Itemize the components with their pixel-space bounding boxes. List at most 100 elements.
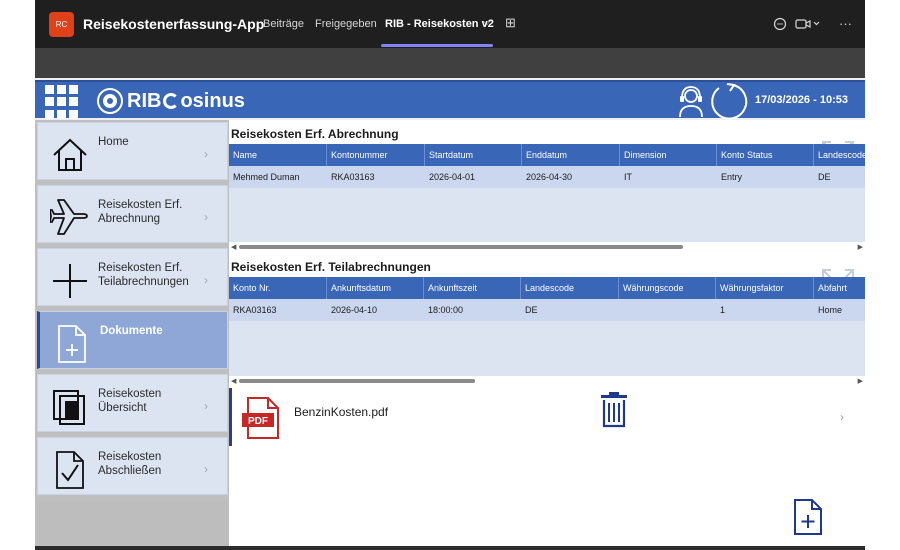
teilabrechnungen-table-header: Konto Nr. Ankunftsdatum Ankunftszeit Lan… — [229, 277, 865, 299]
logo-suffix: osinus — [180, 89, 245, 112]
table-cell: RKA03163 — [233, 305, 277, 315]
column-header[interactable]: Landescode — [814, 144, 865, 166]
checklist-icon — [56, 451, 84, 489]
table-cell: 2026-04-01 — [429, 172, 476, 182]
chevron-right-icon: › — [204, 147, 208, 161]
chevron-right-icon: › — [840, 410, 844, 424]
sidebar-item-uebersicht[interactable]: Reisekosten Übersicht › — [37, 374, 228, 432]
chevron-right-icon: › — [204, 462, 208, 476]
support-agent-icon[interactable] — [675, 84, 707, 118]
app-launcher-icon[interactable] — [45, 85, 79, 119]
home-icon — [53, 138, 87, 171]
tab-beitraege[interactable]: Beiträge — [263, 18, 304, 30]
sidebar-item-label: Reisekosten Erf. Teilabrechnungen — [98, 262, 189, 288]
copy-icon — [53, 390, 85, 425]
app-header: RIB osinus 17/03/2026 - 10:53 — [35, 80, 865, 120]
rib-cosinus-logo: RIB osinus — [97, 86, 245, 116]
teilabrechnungen-scrollbar[interactable]: ◀ ▶ — [229, 377, 865, 385]
table-row[interactable]: Mehmed Duman RKA03163 2026-04-01 2026-04… — [229, 166, 865, 188]
table-cell: IT — [624, 172, 632, 182]
teilabrechnungen-table: Konto Nr. Ankunftsdatum Ankunftszeit Lan… — [229, 277, 865, 376]
sidebar-item-label: Reisekosten Erf. Abrechnung — [98, 199, 183, 225]
column-header[interactable]: Ankunftsdatum — [327, 277, 424, 299]
abrechnung-scrollbar[interactable]: ◀ ▶ — [229, 243, 865, 251]
table-cell: 18:00:00 — [428, 305, 464, 315]
document-list-item[interactable]: PDF BenzinKosten.pdf › — [229, 388, 865, 446]
abrechnung-table-header: Name Kontonummer Startdatum Enddatum Dim… — [229, 144, 865, 166]
chevron-right-icon: › — [204, 399, 208, 413]
scroll-right-icon[interactable]: ▶ — [858, 243, 863, 251]
logo-c-mark — [163, 93, 180, 109]
table-cell: 2026-04-10 — [331, 305, 378, 315]
document-add-icon — [58, 325, 86, 363]
scroll-left-icon[interactable]: ◀ — [231, 377, 236, 385]
column-header[interactable]: Kontonummer — [327, 144, 425, 166]
table-cell — [619, 299, 716, 321]
column-header[interactable]: Ankunftszeit — [424, 277, 521, 299]
sidebar-item-teilabrechnungen[interactable]: Reisekosten Erf. Teilabrechnungen › — [37, 248, 228, 306]
chevron-right-icon: › — [204, 210, 208, 224]
scroll-left-icon[interactable]: ◀ — [231, 243, 236, 251]
column-header[interactable]: Startdatum — [425, 144, 522, 166]
bottom-strip — [35, 546, 865, 550]
tab-rib-reisekosten[interactable]: RIB - Reisekosten v2 — [385, 18, 494, 30]
table-cell: 2026-04-30 — [526, 172, 573, 182]
sidebar-nav: Home › Reisekosten Erf. Abrechnung › Rei… — [35, 120, 229, 550]
abrechnung-title: Reisekosten Erf. Abrechnung — [231, 127, 399, 141]
logo-text: RIB — [127, 89, 162, 112]
scrollbar-thumb[interactable] — [239, 379, 475, 383]
app-title: Reisekostenerfassung-App — [83, 16, 265, 32]
scroll-right-icon[interactable]: ▶ — [858, 377, 863, 385]
sidebar-item-abrechnung[interactable]: Reisekosten Erf. Abrechnung › — [37, 185, 228, 243]
tab-freigegeben[interactable]: Freigegeben — [315, 18, 377, 30]
column-header[interactable]: Enddatum — [522, 144, 620, 166]
abrechnung-table: Name Kontonummer Startdatum Enddatum Dim… — [229, 144, 865, 242]
sidebar-footer — [37, 502, 228, 548]
chat-icon[interactable] — [773, 17, 787, 31]
table-cell: RKA03163 — [331, 172, 375, 182]
app-badge[interactable]: RC — [49, 12, 74, 37]
teilabrechnungen-title: Reisekosten Erf. Teilabrechnungen — [231, 260, 431, 274]
table-cell: DE — [525, 305, 538, 315]
table-cell: Home — [818, 305, 843, 315]
sidebar-item-dokumente[interactable]: Dokumente — [37, 311, 228, 369]
airplane-icon — [50, 199, 88, 235]
teams-top-bar: RC Reisekostenerfassung-App Beiträge Fre… — [35, 0, 865, 48]
column-header[interactable]: Dimension — [620, 144, 717, 166]
pdf-type-label: PDF — [248, 416, 268, 427]
more-options-icon[interactable]: ··· — [839, 16, 852, 31]
table-cell: Entry — [721, 172, 743, 182]
column-header[interactable]: Landescode — [521, 277, 619, 299]
trash-icon[interactable] — [600, 392, 628, 428]
sidebar-item-home[interactable]: Home › — [37, 122, 228, 180]
column-header[interactable]: Währungscode — [619, 277, 716, 299]
column-header[interactable]: Name — [229, 144, 327, 166]
document-name: BenzinKosten.pdf — [294, 405, 389, 419]
table-cell: Mehmed Duman — [233, 172, 300, 182]
pdf-file-icon: PDF — [242, 397, 279, 439]
column-header[interactable]: Währungsfaktor — [716, 277, 814, 299]
refresh-icon[interactable] — [709, 82, 749, 120]
sidebar-item-label: Home — [98, 136, 129, 148]
tab-chevron-down-icon[interactable]: ⌵ — [483, 17, 491, 28]
add-tab-icon[interactable]: ⊞ — [505, 15, 516, 31]
column-header[interactable]: Abfahrt — [814, 277, 865, 299]
video-icon[interactable] — [795, 18, 821, 30]
sidebar-item-label: Reisekosten Abschließen — [98, 451, 162, 477]
table-cell: DE — [818, 172, 831, 182]
sidebar-item-label: Dokumente — [100, 325, 163, 337]
rib-logo-mark — [97, 88, 123, 114]
teams-toolbar-spacer — [35, 48, 865, 78]
current-datetime: 17/03/2026 - 10:53 — [755, 94, 848, 106]
table-cell: 1 — [720, 305, 726, 315]
column-header[interactable]: Konto Status — [717, 144, 814, 166]
app-window: RC Reisekostenerfassung-App Beiträge Fre… — [35, 0, 865, 550]
main-content: Reisekosten Erf. Abrechnung Name Kontonu… — [229, 120, 865, 550]
sidebar-item-abschliessen[interactable]: Reisekosten Abschließen › — [37, 437, 228, 495]
scrollbar-thumb[interactable] — [239, 245, 683, 249]
table-row[interactable]: RKA03163 2026-04-10 18:00:00 DE 1 Home — [229, 299, 865, 321]
chevron-right-icon: › — [204, 273, 208, 287]
add-document-icon[interactable] — [793, 498, 823, 536]
active-tab-indicator — [381, 44, 493, 47]
column-header[interactable]: Konto Nr. — [229, 277, 327, 299]
